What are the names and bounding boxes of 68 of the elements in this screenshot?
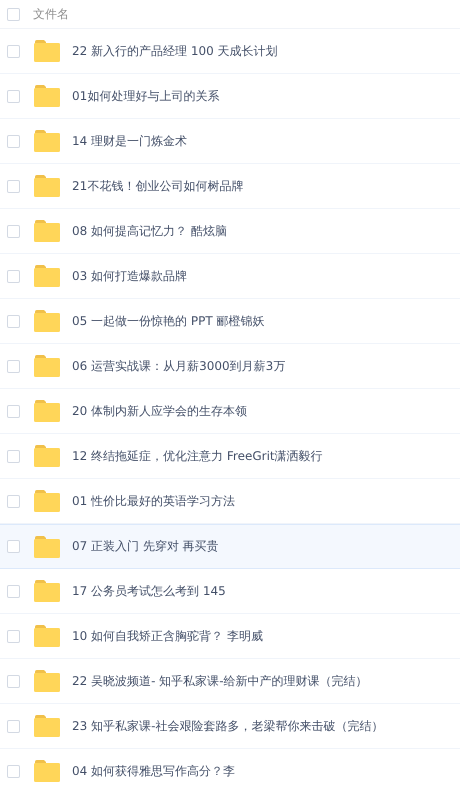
file-row[interactable]: 20 体制内新人应学会的生存本领 <box>0 389 460 434</box>
row-checkbox[interactable] <box>7 630 20 642</box>
row-checkbox[interactable] <box>7 314 20 328</box>
file-row[interactable]: 04 如何获得雅思写作高分？李 <box>0 749 460 785</box>
folder-name[interactable]: 17 公务员考试怎么考到 145 <box>72 582 226 600</box>
folder-name[interactable]: 06 运营实战课：从月薪3000到月薪3万 <box>72 358 286 374</box>
file-row[interactable]: 03 如何打造爆款品牌 <box>0 254 460 299</box>
folder-icon <box>34 490 60 512</box>
folder-name[interactable]: 22 吴晓波频道- 知乎私家课-给新中产的理财课（完结） <box>72 672 368 690</box>
folder-name[interactable]: 01如何处理好与上司的关系 <box>72 88 220 104</box>
folder-icon <box>34 355 60 377</box>
folder-name[interactable]: 20 体制内新人应学会的生存本领 <box>72 402 248 420</box>
row-checkbox[interactable] <box>7 764 20 778</box>
folder-icon <box>34 265 60 287</box>
row-checkbox[interactable] <box>7 494 20 508</box>
folder-icon <box>34 220 60 242</box>
file-row[interactable]: 21不花钱！创业公司如何树品牌 <box>0 164 460 209</box>
file-row[interactable]: 07 正装入门 先穿对 再买贵 <box>0 524 460 569</box>
row-checkbox[interactable] <box>7 90 20 102</box>
folder-icon <box>34 445 60 467</box>
folder-icon <box>34 580 60 602</box>
file-row[interactable]: 23 知乎私家课-社会艰险套路多，老梁帮你来击破（完结） <box>0 704 460 749</box>
folder-name[interactable]: 05 一起做一份惊艳的 PPT 郦橙锦妖 <box>72 312 265 330</box>
row-checkbox[interactable] <box>7 674 20 688</box>
folder-name[interactable]: 10 如何自我矫正含胸驼背？ 李明威 <box>72 628 263 644</box>
folder-name[interactable]: 12 终结拖延症，优化注意力 FreeGrit潇洒毅行 <box>72 448 323 464</box>
folder-icon <box>34 625 60 647</box>
folder-icon <box>34 536 60 558</box>
row-checkbox[interactable] <box>7 44 20 58</box>
select-all-checkbox[interactable] <box>7 8 20 20</box>
file-row[interactable]: 05 一起做一份惊艳的 PPT 郦橙锦妖 <box>0 299 460 344</box>
row-checkbox[interactable] <box>7 450 20 462</box>
folder-icon <box>34 175 60 197</box>
row-checkbox[interactable] <box>7 224 20 238</box>
folder-name[interactable]: 23 知乎私家课-社会艰险套路多，老梁帮你来击破（完结） <box>72 718 384 734</box>
folder-icon <box>34 130 60 152</box>
file-row[interactable]: 06 运营实战课：从月薪3000到月薪3万 <box>0 344 460 389</box>
file-row[interactable]: 22 吴晓波频道- 知乎私家课-给新中产的理财课（完结） <box>0 659 460 704</box>
file-row[interactable]: 22 新入行的产品经理 100 天成长计划 <box>0 29 460 74</box>
folder-name[interactable]: 01 性价比最好的英语学习方法 <box>72 492 236 510</box>
row-checkbox[interactable] <box>7 360 20 372</box>
folder-name[interactable]: 08 如何提高记忆力？ 酷炫脑 <box>72 222 227 240</box>
row-checkbox[interactable] <box>7 270 20 282</box>
folder-icon <box>34 85 60 107</box>
folder-name[interactable]: 03 如何打造爆款品牌 <box>72 268 188 284</box>
folder-icon <box>34 760 60 782</box>
folder-name[interactable]: 07 正装入门 先穿对 再买贵 <box>72 538 219 555</box>
row-checkbox[interactable] <box>7 584 20 598</box>
folder-name[interactable]: 04 如何获得雅思写作高分？李 <box>72 762 236 780</box>
file-row[interactable]: 14 理财是一门炼金术 <box>0 119 460 164</box>
folder-icon <box>34 670 60 692</box>
row-checkbox[interactable] <box>7 540 20 553</box>
folder-icon <box>34 40 60 62</box>
folder-name[interactable]: 14 理财是一门炼金术 <box>72 132 188 150</box>
folder-icon <box>34 310 60 332</box>
row-checkbox[interactable] <box>7 180 20 192</box>
file-row[interactable]: 08 如何提高记忆力？ 酷炫脑 <box>0 209 460 254</box>
folder-name[interactable]: 22 新入行的产品经理 100 天成长计划 <box>72 42 278 60</box>
row-checkbox[interactable] <box>7 720 20 732</box>
file-row[interactable]: 17 公务员考试怎么考到 145 <box>0 569 460 614</box>
folder-icon <box>34 715 60 737</box>
file-row[interactable]: 01如何处理好与上司的关系 <box>0 74 460 119</box>
row-checkbox[interactable] <box>7 134 20 148</box>
file-row[interactable]: 10 如何自我矫正含胸驼背？ 李明威 <box>0 614 460 659</box>
folder-name[interactable]: 21不花钱！创业公司如何树品牌 <box>72 178 244 194</box>
row-checkbox[interactable] <box>7 404 20 418</box>
file-row[interactable]: 12 终结拖延症，优化注意力 FreeGrit潇洒毅行 <box>0 434 460 479</box>
folder-icon <box>34 400 60 422</box>
